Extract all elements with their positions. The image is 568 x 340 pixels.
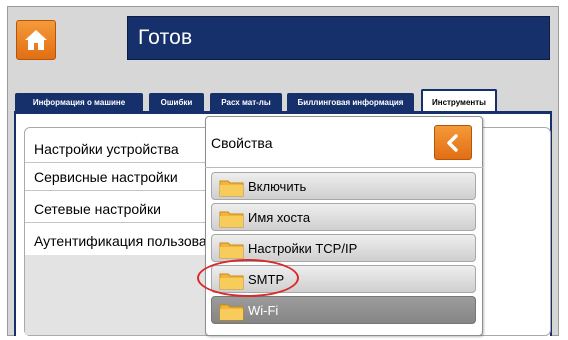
folder-icon xyxy=(219,180,244,197)
tab-tools[interactable]: Инструменты xyxy=(421,89,497,113)
settings-item-label: Настройки устройства xyxy=(34,141,179,157)
menu-item-enable[interactable]: Включить xyxy=(211,172,476,200)
menu-item-hostname[interactable]: Имя хоста xyxy=(211,203,476,231)
menu-item-wifi[interactable]: Wi-Fi xyxy=(211,296,476,324)
menu-item-label: Включить xyxy=(248,179,307,194)
tab-label: Информация о машине xyxy=(32,97,126,107)
folder-icon xyxy=(219,304,244,321)
tab-label: Биллинговая информация xyxy=(297,97,404,107)
tab-errors[interactable]: Ошибки xyxy=(149,93,204,111)
popup-title: Свойства xyxy=(211,135,273,151)
tab-machine-info[interactable]: Информация о машине xyxy=(15,93,143,111)
back-button[interactable] xyxy=(434,125,472,160)
menu-item-label: Имя хоста xyxy=(248,210,311,225)
settings-item-service[interactable]: Сервисные настройки xyxy=(25,163,215,191)
tab-label: Инструменты xyxy=(431,97,487,107)
folder-icon xyxy=(219,242,244,259)
menu-item-label: SMTP xyxy=(248,272,285,287)
tab-billing-info[interactable]: Биллинговая информация xyxy=(287,93,414,111)
home-icon xyxy=(25,30,47,50)
settings-empty-area xyxy=(25,255,215,335)
folder-icon xyxy=(219,211,244,228)
settings-item-label: Сервисные настройки xyxy=(34,169,178,185)
settings-item-label: Аутентификация пользователя xyxy=(34,233,215,249)
settings-item-label: Сетевые настройки xyxy=(34,201,161,217)
menu-item-tcpip[interactable]: Настройки TCP/IP xyxy=(211,234,476,262)
settings-item-network[interactable]: Сетевые настройки xyxy=(25,195,215,223)
popup-divider xyxy=(205,167,483,168)
tab-label: Ошибки xyxy=(160,97,193,107)
menu-item-label: Настройки TCP/IP xyxy=(248,241,358,256)
settings-item-auth[interactable]: Аутентификация пользователя xyxy=(25,227,215,255)
settings-item-device[interactable]: Настройки устройства xyxy=(25,135,215,163)
tab-consumables[interactable]: Расх мат-лы xyxy=(210,93,282,111)
menu-item-smtp[interactable]: SMTP xyxy=(211,265,476,293)
status-title: Готов xyxy=(138,26,193,49)
folder-icon xyxy=(219,273,244,290)
status-title-bar: Готов xyxy=(127,16,550,60)
home-button[interactable] xyxy=(16,20,56,60)
menu-item-label: Wi-Fi xyxy=(248,303,279,318)
chevron-left-icon xyxy=(447,133,458,152)
tab-label: Расх мат-лы xyxy=(221,97,271,107)
